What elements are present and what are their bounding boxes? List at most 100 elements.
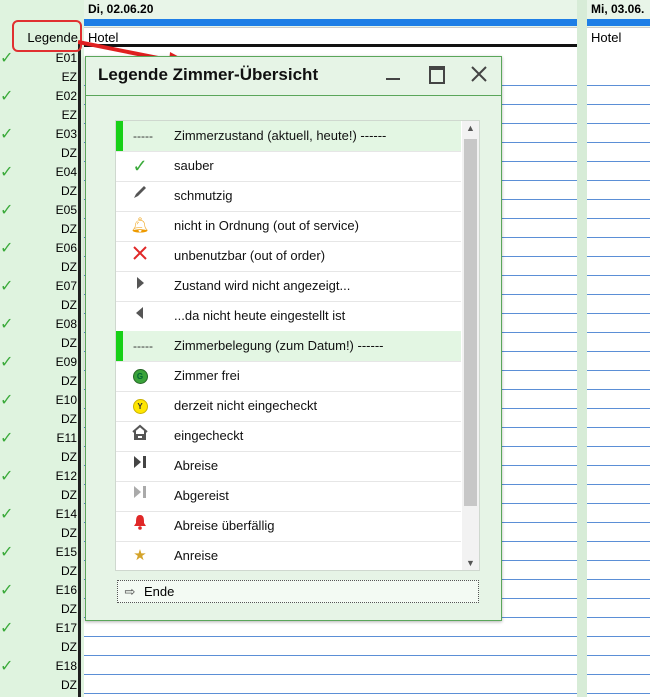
room-row[interactable]: ✓ E07 (0, 277, 78, 296)
room-label: EZ (61, 108, 77, 122)
room-row[interactable]: ✓ E04 (0, 163, 78, 182)
room-row[interactable]: DZ (0, 296, 78, 315)
grid-line (587, 237, 650, 238)
legend-item[interactable]: ★ Anreise (116, 541, 461, 570)
legend-item[interactable]: ...da nicht heute eingestellt ist (116, 301, 461, 332)
legend-item[interactable]: Abreise überfällig (116, 511, 461, 542)
room-row[interactable]: DZ (0, 562, 78, 581)
legend-item[interactable]: Abreise (116, 451, 461, 482)
maximize-button[interactable] (425, 63, 447, 85)
hotel-row-2[interactable]: Hotel (587, 27, 650, 48)
bell-orange-icon: 🔔︎ (130, 217, 150, 234)
legend-section-header[interactable]: ----- Zimmerzustand (aktuell, heute!) ---… (116, 121, 461, 152)
room-row[interactable]: ✓ E12 (0, 467, 78, 486)
grid-line (587, 313, 650, 314)
room-row[interactable]: DZ (0, 182, 78, 201)
check-icon: ✓ (0, 354, 14, 371)
room-label: DZ (61, 412, 77, 426)
grid-line (587, 180, 650, 181)
room-row[interactable]: ✓ E18 (0, 657, 78, 676)
legend-item[interactable]: Yderzeit nicht eingecheckt (116, 391, 461, 422)
grid-line (587, 199, 650, 200)
room-row[interactable]: EZ (0, 68, 78, 87)
room-label: DZ (61, 260, 77, 274)
circle-y-icon: Y (126, 391, 154, 421)
room-row[interactable]: DZ (0, 410, 78, 429)
room-row[interactable]: ✓ E16 (0, 581, 78, 600)
room-row[interactable]: ✓ E02 (0, 87, 78, 106)
section-marker (116, 121, 123, 151)
room-label: DZ (61, 640, 77, 654)
grid-line (84, 655, 577, 656)
legend-item[interactable]: Zustand wird nicht angezeigt... (116, 271, 461, 302)
minimize-button[interactable] (382, 63, 404, 85)
legend-section-header[interactable]: ----- Zimmerbelegung (zum Datum!) ------ (116, 331, 461, 362)
room-row[interactable]: DZ (0, 448, 78, 467)
legend-item[interactable]: Abgereist (116, 481, 461, 512)
dialog-title: Legende Zimmer-Übersicht (98, 65, 319, 84)
scroll-thumb[interactable] (464, 139, 477, 506)
maximize-icon (429, 66, 445, 84)
room-row[interactable]: ✓ E05 (0, 201, 78, 220)
room-row[interactable]: DZ (0, 372, 78, 391)
room-row[interactable]: DZ (0, 334, 78, 353)
vertical-scrollbar[interactable]: ▲ ▼ (462, 121, 479, 570)
room-row[interactable]: DZ (0, 258, 78, 277)
room-row[interactable]: DZ (0, 676, 78, 695)
check-icon: ✓ (0, 164, 14, 181)
check-icon: ✓ (0, 582, 14, 599)
legend-item-label: Abgereist (174, 488, 229, 503)
room-label: E10 (55, 393, 77, 407)
room-row[interactable]: ✓ E14 (0, 505, 78, 524)
legend-item-label: derzeit nicht eingecheckt (174, 398, 318, 413)
legend-item[interactable]: schmutzig (116, 181, 461, 212)
room-row[interactable]: DZ (0, 638, 78, 657)
legend-item[interactable]: ✓ sauber (116, 151, 461, 182)
scroll-up-icon[interactable]: ▲ (462, 121, 479, 135)
grid-line (587, 636, 650, 637)
day-bar-1 (84, 19, 577, 26)
room-row[interactable]: ✓ E15 (0, 543, 78, 562)
legend-list[interactable]: ----- Zimmerzustand (aktuell, heute!) ---… (115, 120, 480, 571)
legend-item[interactable]: G Zimmer frei (116, 361, 461, 392)
booking-grid-2[interactable] (587, 48, 650, 697)
room-row[interactable]: ✓ E03 (0, 125, 78, 144)
room-row[interactable]: EZ (0, 106, 78, 125)
room-row[interactable]: DZ (0, 486, 78, 505)
grid-line (587, 503, 650, 504)
grid-line (587, 351, 650, 352)
close-button[interactable] (468, 63, 490, 85)
room-row[interactable]: ✓ E10 (0, 391, 78, 410)
check-icon: ✓ (0, 278, 14, 295)
room-row[interactable]: DZ (0, 524, 78, 543)
room-label: E16 (55, 583, 77, 597)
pencil-icon (126, 181, 154, 211)
grid-line (587, 465, 650, 466)
room-row[interactable]: DZ (0, 220, 78, 239)
scroll-down-icon[interactable]: ▼ (462, 556, 479, 570)
room-label: EZ (61, 70, 77, 84)
check-icon: ✓ (0, 658, 14, 675)
room-row[interactable]: DZ (0, 600, 78, 619)
room-label: DZ (61, 526, 77, 540)
room-row[interactable]: ✓ E08 (0, 315, 78, 334)
day-header-1: Di, 02.06.20 (88, 2, 154, 16)
room-row[interactable]: ✓ E17 (0, 619, 78, 638)
room-label: E14 (55, 507, 77, 521)
bell-red-icon (126, 511, 154, 541)
legend-item[interactable]: unbenutzbar (out of order) (116, 241, 461, 272)
grid-line (587, 560, 650, 561)
check-icon: ✓ (0, 316, 14, 333)
check-icon: ✓ (0, 392, 14, 409)
grid-line (587, 370, 650, 371)
legend-item-label: unbenutzbar (out of order) (174, 248, 326, 263)
room-row[interactable]: ✓ E09 (0, 353, 78, 372)
room-row[interactable]: ✓ E01 (0, 49, 78, 68)
room-row[interactable]: ✓ E06 (0, 239, 78, 258)
legend-item-label: sauber (174, 158, 214, 173)
legend-item[interactable]: 🔔︎ nicht in Ordnung (out of service) (116, 211, 461, 242)
room-row[interactable]: ✓ E11 (0, 429, 78, 448)
ende-button[interactable]: ⇨ Ende (117, 580, 479, 603)
legend-item[interactable]: eingecheckt (116, 421, 461, 452)
room-row[interactable]: DZ (0, 144, 78, 163)
